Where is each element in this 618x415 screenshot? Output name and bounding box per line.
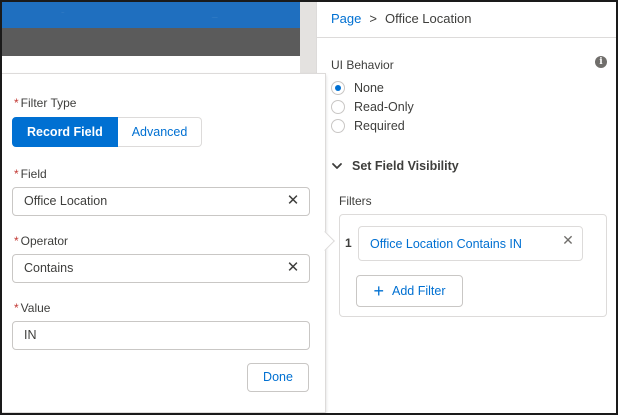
filter-pill-text[interactable]: Office Location Contains IN [370,237,522,251]
record-field-button[interactable]: Record Field [12,117,118,147]
breadcrumb: Page > Office Location [331,11,471,26]
clear-field-icon[interactable]: ✕ [286,193,300,208]
advanced-button[interactable]: Advanced [117,117,203,147]
radio-option-required[interactable]: Required [331,118,405,134]
radio-required-control[interactable] [331,119,345,133]
required-marker: * [14,301,19,315]
info-icon[interactable]: i [595,56,607,68]
required-marker: * [14,167,19,181]
panel-divider [317,37,617,38]
value-label-text: Value [20,301,51,315]
field-input[interactable]: Office Location ✕ [12,187,310,216]
breadcrumb-page-link[interactable]: Page [331,11,361,26]
set-field-visibility-label: Set Field Visibility [352,159,459,173]
value-input[interactable]: IN [12,321,310,350]
remove-filter-icon[interactable]: ✕ [562,233,574,247]
set-field-visibility-toggle[interactable]: Set Field Visibility [331,159,459,173]
canvas-dark-band [2,28,300,56]
radio-option-none[interactable]: None [331,80,384,96]
breadcrumb-current: Office Location [384,11,472,26]
filters-box: 1 Office Location Contains IN ✕ + Add Fi… [339,214,607,317]
value-input-value: IN [24,328,37,342]
radio-read-only-label: Read-Only [354,100,414,114]
done-button[interactable]: Done [247,363,309,392]
required-marker: * [14,234,19,248]
required-marker: * [14,96,19,110]
canvas-header-band [2,2,306,28]
plus-icon: + [373,281,384,301]
filter-popover: * Filter Type Record Field Advanced * Fiel… [2,73,326,413]
field-label: * Field [14,167,47,181]
filter-index: 1 [345,236,352,250]
operator-label-text: Operator [20,234,69,248]
canvas-component-strip [2,56,300,74]
radio-option-read-only[interactable]: Read-Only [331,99,414,115]
field-label-text: Field [20,167,47,181]
add-filter-label: Add Filter [392,284,446,298]
radio-none-label: None [354,81,384,95]
operator-input-value: Contains [24,261,74,275]
operator-input[interactable]: Contains ✕ [12,254,310,283]
clear-operator-icon[interactable]: ✕ [286,260,300,275]
radio-read-only-control[interactable] [331,100,345,114]
breadcrumb-separator: > [369,11,377,26]
radio-required-label: Required [354,119,405,133]
filters-label: Filters [339,194,372,208]
filter-type-button-group: Record Field Advanced [12,117,203,147]
radio-none-control[interactable] [331,81,345,95]
filter-pill[interactable]: Office Location Contains IN ✕ [358,226,583,261]
filter-type-label: * Filter Type [14,96,76,110]
add-filter-button[interactable]: + Add Filter [356,275,463,307]
ui-behavior-label: UI Behavior [331,58,394,72]
operator-label: * Operator [14,234,68,248]
value-label: * Value [14,301,50,315]
chevron-down-icon [332,163,342,169]
filter-type-label-text: Filter Type [20,96,77,110]
properties-panel: Page > Office Location UI Behavior i None … [316,2,617,413]
field-input-value: Office Location [24,194,108,208]
